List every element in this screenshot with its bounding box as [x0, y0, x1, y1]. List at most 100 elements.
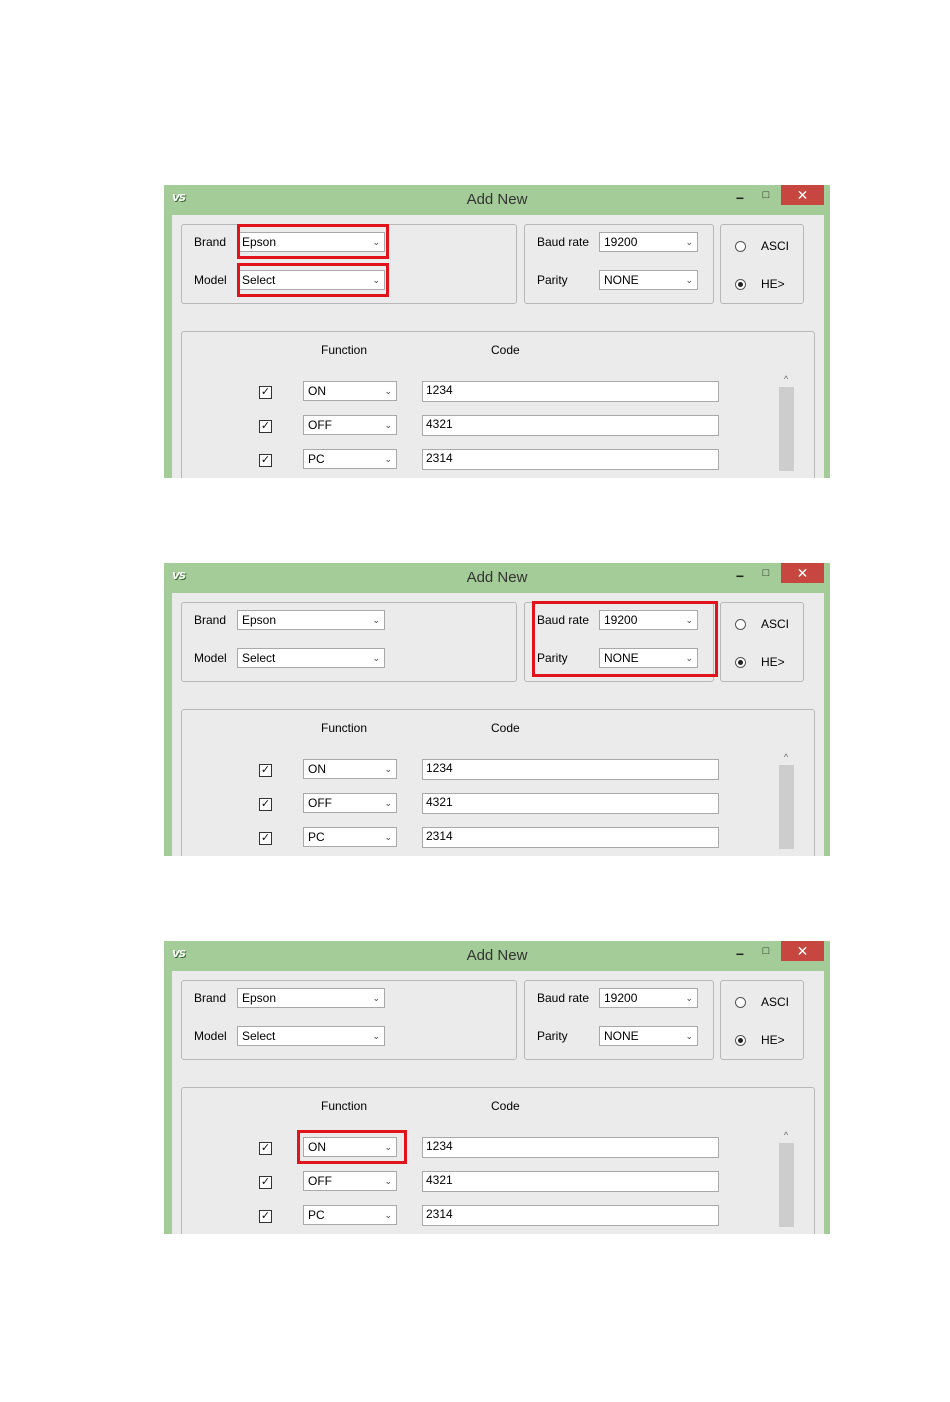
- code-value: 4321: [426, 417, 453, 431]
- minimize-button[interactable]: −: [730, 944, 750, 964]
- function-column-header: Function: [321, 721, 368, 735]
- function-value: PC: [308, 830, 325, 844]
- parity-dropdown[interactable]: NONE ⌄: [599, 270, 698, 290]
- scroll-up-arrow-icon[interactable]: ^: [778, 373, 794, 385]
- hex-radio[interactable]: [735, 1035, 746, 1046]
- model-value: Select: [242, 273, 276, 287]
- chevron-down-icon: ⌄: [372, 237, 380, 247]
- function-value: PC: [308, 1208, 325, 1222]
- brand-dropdown[interactable]: Epson ⌄: [237, 988, 385, 1008]
- function-dropdown[interactable]: OFF ⌄: [303, 793, 397, 813]
- function-row-checkbox[interactable]: ✓: [259, 798, 272, 811]
- chevron-down-icon: ⌄: [384, 1176, 392, 1186]
- scrollbar-thumb[interactable]: [779, 387, 794, 471]
- code-column-header: Code: [491, 721, 520, 735]
- baud-rate-value: 19200: [604, 613, 638, 627]
- title-bar: VS Add New − □ ✕: [164, 563, 830, 591]
- code-value: 1234: [426, 1139, 453, 1153]
- parity-dropdown[interactable]: NONE ⌄: [599, 1026, 698, 1046]
- scrollbar-thumb[interactable]: [779, 765, 794, 849]
- model-dropdown[interactable]: Select ⌄: [237, 1026, 385, 1046]
- function-dropdown[interactable]: ON ⌄: [303, 1137, 397, 1157]
- ascii-radio[interactable]: [735, 997, 746, 1008]
- chevron-down-icon: ⌄: [685, 993, 693, 1003]
- close-button[interactable]: ✕: [781, 563, 824, 583]
- ascii-label: ASCI: [761, 239, 790, 253]
- close-button[interactable]: ✕: [781, 185, 824, 205]
- function-row-checkbox[interactable]: ✓: [259, 764, 272, 777]
- code-input[interactable]: 4321: [422, 415, 719, 436]
- chevron-down-icon: ⌄: [372, 615, 380, 625]
- function-row-checkbox[interactable]: ✓: [259, 420, 272, 433]
- ascii-label: ASCI: [761, 617, 790, 631]
- model-value: Select: [242, 1029, 276, 1043]
- function-dropdown[interactable]: ON ⌄: [303, 381, 397, 401]
- ascii-radio[interactable]: [735, 619, 746, 630]
- minimize-button[interactable]: −: [730, 188, 750, 208]
- function-row-checkbox[interactable]: ✓: [259, 386, 272, 399]
- code-input[interactable]: 1234: [422, 759, 719, 780]
- function-row-checkbox[interactable]: ✓: [259, 1142, 272, 1155]
- baud-rate-dropdown[interactable]: 19200 ⌄: [599, 988, 698, 1008]
- title-bar: VS Add New − □ ✕: [164, 185, 830, 213]
- function-dropdown[interactable]: OFF ⌄: [303, 415, 397, 435]
- maximize-button[interactable]: □: [756, 563, 776, 583]
- close-button[interactable]: ✕: [781, 941, 824, 961]
- function-list-group: Function Code ✓ ON ⌄ 1234 ✓ OFF ⌄ 4321 ✓…: [181, 709, 815, 856]
- function-value: OFF: [308, 418, 332, 432]
- parity-value: NONE: [604, 1029, 639, 1043]
- function-dropdown[interactable]: ON ⌄: [303, 759, 397, 779]
- model-dropdown[interactable]: Select ⌄: [237, 270, 385, 290]
- model-label: Model: [194, 1029, 227, 1043]
- code-input[interactable]: 2314: [422, 1205, 719, 1226]
- function-row-checkbox[interactable]: ✓: [259, 454, 272, 467]
- baud-rate-dropdown[interactable]: 19200 ⌄: [599, 610, 698, 630]
- baud-rate-value: 19200: [604, 235, 638, 249]
- scrollbar-thumb[interactable]: [779, 1143, 794, 1227]
- code-value: 4321: [426, 795, 453, 809]
- chevron-down-icon: ⌄: [372, 275, 380, 285]
- function-dropdown[interactable]: PC ⌄: [303, 1205, 397, 1225]
- function-value: OFF: [308, 796, 332, 810]
- brand-label: Brand: [194, 991, 227, 1005]
- code-input[interactable]: 2314: [422, 449, 719, 470]
- chevron-down-icon: ⌄: [384, 1210, 392, 1220]
- function-dropdown[interactable]: PC ⌄: [303, 827, 397, 847]
- code-input[interactable]: 2314: [422, 827, 719, 848]
- model-value: Select: [242, 651, 276, 665]
- model-dropdown[interactable]: Select ⌄: [237, 648, 385, 668]
- code-input[interactable]: 4321: [422, 1171, 719, 1192]
- chevron-down-icon: ⌄: [372, 1031, 380, 1041]
- brand-label: Brand: [194, 613, 227, 627]
- brand-value: Epson: [242, 235, 277, 249]
- minimize-button[interactable]: −: [730, 566, 750, 586]
- function-row-checkbox[interactable]: ✓: [259, 1176, 272, 1189]
- chevron-down-icon: ⌄: [685, 237, 693, 247]
- scroll-up-arrow-icon[interactable]: ^: [778, 1129, 794, 1141]
- function-value: ON: [308, 762, 326, 776]
- ascii-radio[interactable]: [735, 241, 746, 252]
- hex-radio[interactable]: [735, 657, 746, 668]
- code-column-header: Code: [491, 343, 520, 357]
- function-row-checkbox[interactable]: ✓: [259, 1210, 272, 1223]
- maximize-button[interactable]: □: [756, 185, 776, 205]
- serial-settings-group: Baud rate 19200 ⌄ Parity NONE ⌄: [524, 980, 714, 1060]
- brand-value: Epson: [242, 991, 277, 1005]
- chevron-down-icon: ⌄: [372, 653, 380, 663]
- screenshot-2: VS Add New − □ ✕ Brand Epson ⌄ Model Sel…: [164, 563, 830, 856]
- code-input[interactable]: 1234: [422, 381, 719, 402]
- parity-dropdown[interactable]: NONE ⌄: [599, 648, 698, 668]
- code-input[interactable]: 1234: [422, 1137, 719, 1158]
- scroll-up-arrow-icon[interactable]: ^: [778, 751, 794, 763]
- hex-radio[interactable]: [735, 279, 746, 290]
- function-dropdown[interactable]: PC ⌄: [303, 449, 397, 469]
- model-label: Model: [194, 651, 227, 665]
- brand-dropdown[interactable]: Epson ⌄: [237, 610, 385, 630]
- function-dropdown[interactable]: OFF ⌄: [303, 1171, 397, 1191]
- code-input[interactable]: 4321: [422, 793, 719, 814]
- code-value: 2314: [426, 451, 453, 465]
- baud-rate-dropdown[interactable]: 19200 ⌄: [599, 232, 698, 252]
- function-row-checkbox[interactable]: ✓: [259, 832, 272, 845]
- brand-dropdown[interactable]: Epson ⌄: [237, 232, 385, 252]
- maximize-button[interactable]: □: [756, 941, 776, 961]
